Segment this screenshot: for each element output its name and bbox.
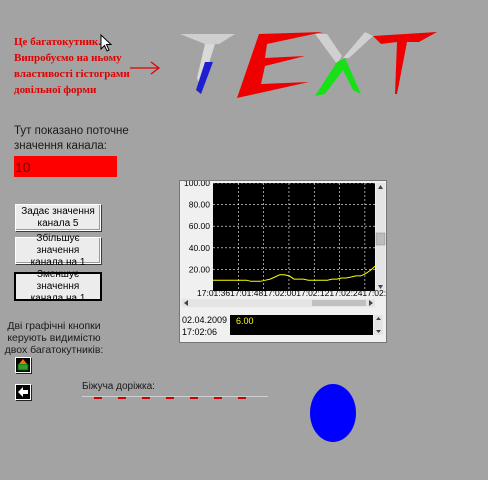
polygon-x-green — [315, 58, 361, 96]
y-tick-label: 40.00 — [189, 243, 211, 253]
running-line-dash — [94, 397, 102, 399]
running-line-dash — [238, 397, 246, 399]
plot-area — [213, 183, 375, 291]
hide-polygon-button[interactable] — [15, 384, 31, 400]
polygon-t2 — [373, 32, 437, 94]
polygon-x-right — [343, 32, 373, 58]
current-value-box: 10 — [14, 156, 117, 177]
y-tick-label: 80.00 — [189, 200, 211, 210]
polygon-e — [237, 32, 323, 98]
note-line: Це багатокутник. — [14, 36, 102, 48]
polygon-x-left — [315, 34, 342, 64]
running-line-label: Біжуча доріжка: — [82, 381, 155, 392]
scroll-thumb[interactable] — [375, 232, 386, 246]
note-line: довільної форми — [14, 84, 97, 96]
show-polygon-button[interactable] — [15, 357, 31, 373]
value-display: 6.00 — [230, 315, 373, 335]
h-scroll-thumb[interactable] — [312, 300, 366, 306]
running-line-dash — [142, 397, 150, 399]
value-scrollbar[interactable] — [374, 315, 383, 335]
increase-channel-button[interactable]: Збільшує значення канала на 1 — [15, 233, 101, 268]
date-text: 02.04.2009 — [182, 315, 228, 325]
arrow-right-icon — [130, 61, 160, 75]
mouse-cursor-icon — [100, 34, 112, 52]
value-up-icon[interactable] — [376, 317, 381, 320]
x-tick-labels: 17:01:3617:01:4817:02:0017:02:1217:02:24… — [197, 288, 386, 298]
green-arrow-up-icon — [17, 359, 29, 371]
decrease-channel-button[interactable]: Зменшує значення канала на 1 — [14, 269, 102, 304]
polygon-t-top — [180, 34, 235, 44]
running-line-dash — [118, 397, 126, 399]
current-value-label: Тут показано поточне значення канала: — [14, 125, 129, 152]
value-down-icon[interactable] — [376, 330, 381, 333]
running-line-dash — [166, 397, 174, 399]
trend-chart: 100.00 80.00 60.00 40.00 20.00 17:01:3617:01… — [182, 178, 391, 307]
set-channel-5-button[interactable]: Задає значення канала 5 — [15, 204, 101, 231]
trend-chart-panel: 100.00 80.00 60.00 40.00 20.00 17:01:3617:01… — [179, 178, 391, 343]
time-text: 17:02:06 — [182, 327, 218, 337]
timestamp-block: 02.04.2009 17:02:06 — [182, 314, 227, 338]
blue-ellipse — [310, 384, 356, 442]
y-tick-label: 20.00 — [189, 264, 211, 274]
y-tick-label: 100.00 — [184, 181, 210, 188]
y-tick-label: 60.00 — [189, 221, 211, 231]
running-line-dash — [190, 397, 198, 399]
polygon-figure — [180, 32, 437, 98]
current-value-text: 10 — [15, 159, 31, 175]
running-line-dash — [214, 397, 222, 399]
graphic-buttons-label: Дві графічні кнопки керують видимістю дв… — [4, 320, 104, 356]
value-display-text: 6.00 — [236, 316, 254, 326]
arrow-left-icon — [16, 385, 30, 399]
